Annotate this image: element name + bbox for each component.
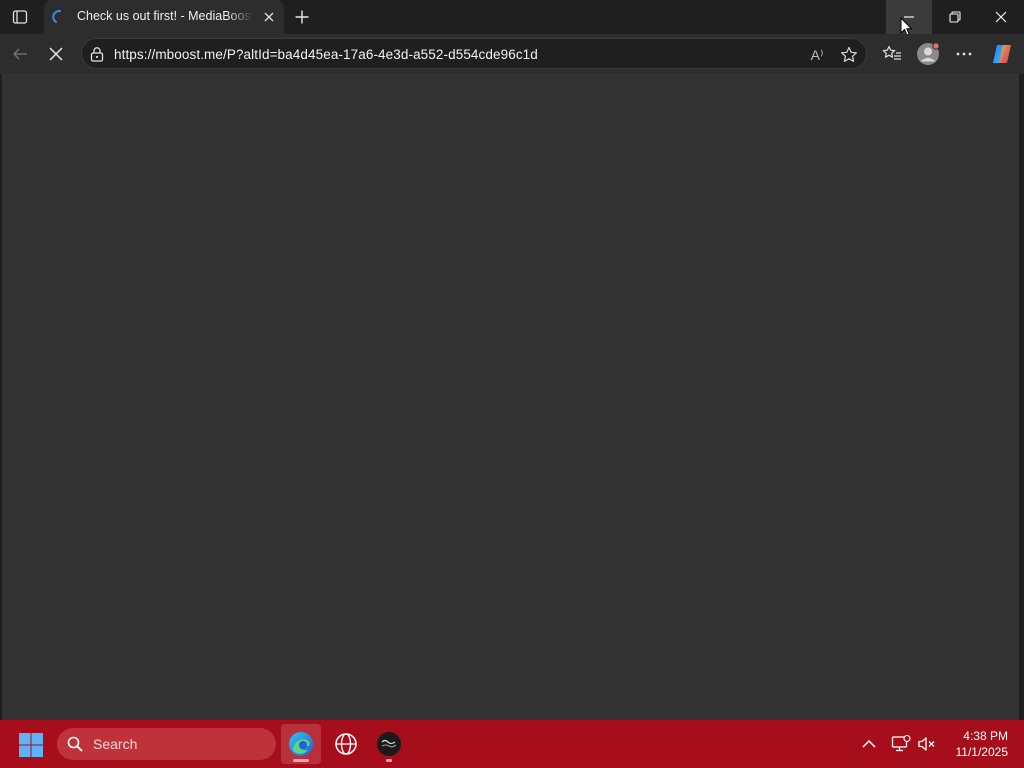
taskbar-edge-button[interactable] <box>281 724 321 764</box>
volume-tray-icon-button[interactable] <box>915 732 939 756</box>
close-icon <box>264 12 274 22</box>
tab-active[interactable]: Check us out first! - MediaBoostery <box>44 0 284 34</box>
restore-icon <box>949 11 961 23</box>
more-horizontal-icon <box>956 52 972 56</box>
taskbar-globe-app-button[interactable] <box>326 724 366 764</box>
close-window-button[interactable] <box>978 0 1024 34</box>
taskbar-search-box[interactable]: Search <box>57 728 276 760</box>
read-aloud-icon: A⁾ <box>810 46 824 63</box>
add-favorite-button[interactable] <box>837 43 861 67</box>
favorites-list-icon <box>882 45 901 60</box>
stop-loading-button[interactable] <box>42 40 70 68</box>
search-icon <box>67 736 83 752</box>
edge-icon <box>289 732 313 756</box>
star-icon <box>841 46 857 62</box>
copilot-icon <box>993 45 1011 63</box>
loading-spinner-icon <box>52 9 61 23</box>
restore-button[interactable] <box>932 0 978 34</box>
plus-icon <box>295 10 309 24</box>
back-button[interactable] <box>6 40 34 68</box>
tab-close-button[interactable] <box>260 8 278 26</box>
arrow-left-icon <box>12 48 27 60</box>
page-content-area[interactable] <box>2 74 1019 720</box>
favorites-button[interactable] <box>878 40 906 68</box>
clock-time: 4:38 PM <box>963 729 1008 743</box>
avatar <box>917 42 940 65</box>
address-bar[interactable]: https://mboost.me/P?altId=ba4d45ea-17a6-… <box>81 38 867 69</box>
app-logo-icon <box>377 732 401 756</box>
url-text[interactable]: https://mboost.me/P?altId=ba4d45ea-17a6-… <box>114 47 538 62</box>
chevron-up-icon <box>862 739 876 748</box>
browser-title-bar: Check us out first! - MediaBoostery <box>0 0 1024 37</box>
taskbar: Search 4:38 PM 11/1/2025 <box>0 720 1024 768</box>
tab-actions-button[interactable] <box>8 5 32 29</box>
new-tab-button[interactable] <box>289 4 315 30</box>
clock-date: 11/1/2025 <box>955 745 1009 759</box>
settings-more-button[interactable] <box>950 40 978 68</box>
copilot-button[interactable] <box>988 40 1016 68</box>
active-app-indicator <box>293 759 309 762</box>
profile-button[interactable] <box>914 40 942 68</box>
network-icon <box>891 735 911 752</box>
show-hidden-icons-button[interactable] <box>857 732 881 756</box>
globe-icon <box>335 733 357 755</box>
tab-title: Check us out first! - MediaBoostery <box>77 9 253 23</box>
close-icon <box>995 11 1007 23</box>
volume-muted-icon <box>918 737 935 751</box>
network-tray-icon-button[interactable] <box>889 732 913 756</box>
close-icon <box>49 47 63 61</box>
taskbar-app-button[interactable] <box>369 724 409 764</box>
running-app-indicator <box>386 759 392 762</box>
windows-start-icon[interactable] <box>18 732 44 758</box>
lock-icon[interactable] <box>89 46 105 62</box>
taskbar-clock[interactable]: 4:38 PM 11/1/2025 <box>944 728 1009 760</box>
browser-toolbar: https://mboost.me/P?altId=ba4d45ea-17a6-… <box>0 34 1024 74</box>
read-aloud-button[interactable]: A⁾ <box>805 43 829 67</box>
search-placeholder: Search <box>93 736 138 752</box>
tab-actions-icon <box>12 10 28 24</box>
